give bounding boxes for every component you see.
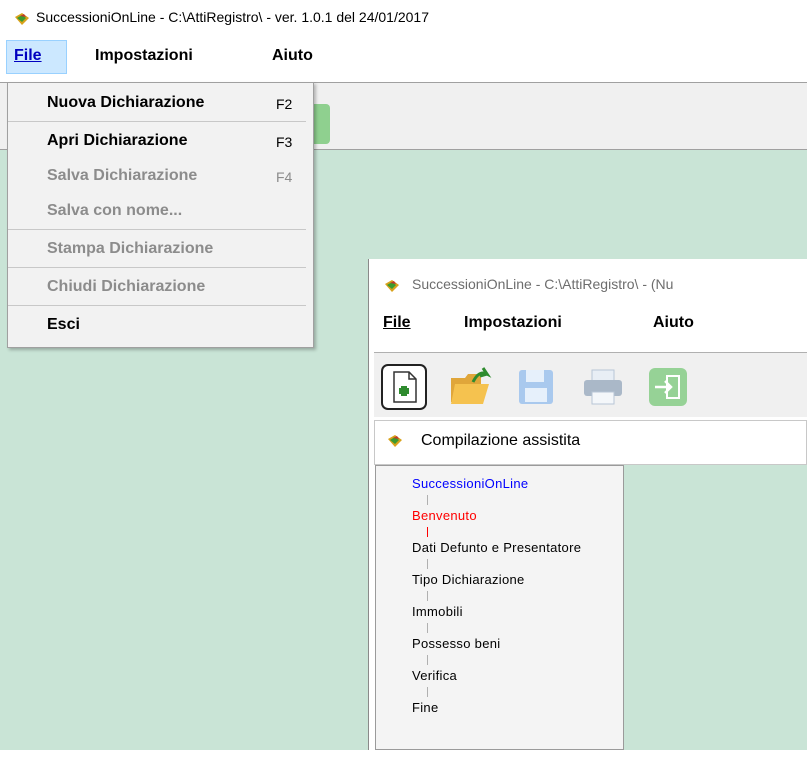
menu-separator [8,267,306,268]
bottom-strip [0,750,807,769]
open-folder-icon[interactable] [447,364,493,410]
menu-separator [8,121,306,122]
tree-connector [427,527,428,537]
menu-item-stampa-dichiarazione[interactable]: Stampa Dichiarazione [47,240,213,258]
app-icon [388,435,402,447]
tree-connector [427,591,428,601]
menu-item-apri-dichiarazione[interactable]: Apri Dichiarazione [47,132,187,150]
new-document-icon[interactable] [381,364,427,410]
shortcut-f2: F2 [276,96,293,112]
tree-connector [427,495,428,505]
tree-item[interactable]: Verifica [412,668,457,683]
shortcut-f3: F3 [276,134,293,150]
menu-impostazioni[interactable]: Impostazioni [95,47,193,65]
tree-connector [427,655,428,665]
tree-item[interactable]: Tipo Dichiarazione [412,572,525,587]
menu-item-chiudi-dichiarazione[interactable]: Chiudi Dichiarazione [47,278,205,296]
exit-icon[interactable] [645,364,691,410]
tree-item[interactable]: Benvenuto [412,508,477,523]
inner-window-title: SuccessioniOnLine - C:\AttiRegistro\ - (… [412,276,674,292]
tree-item[interactable]: Dati Defunto e Presentatore [412,540,581,555]
app-icon [15,13,29,25]
save-disk-icon[interactable] [513,364,559,410]
menu-file[interactable]: File [14,47,42,65]
menu-item-esci[interactable]: Esci [47,316,80,334]
title-bar: SuccessioniOnLine - C:\AttiRegistro\ - v… [0,0,807,38]
tree-item[interactable]: Possesso beni [412,636,500,651]
window-title: SuccessioniOnLine - C:\AttiRegistro\ - v… [36,9,429,25]
shortcut-f4: F4 [276,169,293,185]
menu-aiuto[interactable]: Aiuto [272,47,313,65]
tree-connector [427,687,428,697]
tree-item[interactable]: Immobili [412,604,463,619]
menu-item-salva-con-nome[interactable]: Salva con nome... [47,202,182,220]
inner-menu-file[interactable]: File [383,314,411,332]
tree-connector [427,559,428,569]
tree-connector [427,623,428,633]
inner-menu-impostazioni[interactable]: Impostazioni [464,314,562,332]
inner-workspace [624,465,807,750]
menu-separator [8,229,306,230]
app-icon [385,280,399,292]
inner-menu-aiuto[interactable]: Aiuto [653,314,694,332]
guide-title: Compilazione assistita [421,432,581,449]
tree-item[interactable]: Fine [412,700,439,715]
menu-item-nuova-dichiarazione[interactable]: Nuova Dichiarazione [47,94,204,112]
menu-separator [8,305,306,306]
tree-item[interactable]: SuccessioniOnLine [412,476,528,491]
print-icon[interactable] [580,364,626,410]
menu-item-salva-dichiarazione[interactable]: Salva Dichiarazione [47,167,197,185]
